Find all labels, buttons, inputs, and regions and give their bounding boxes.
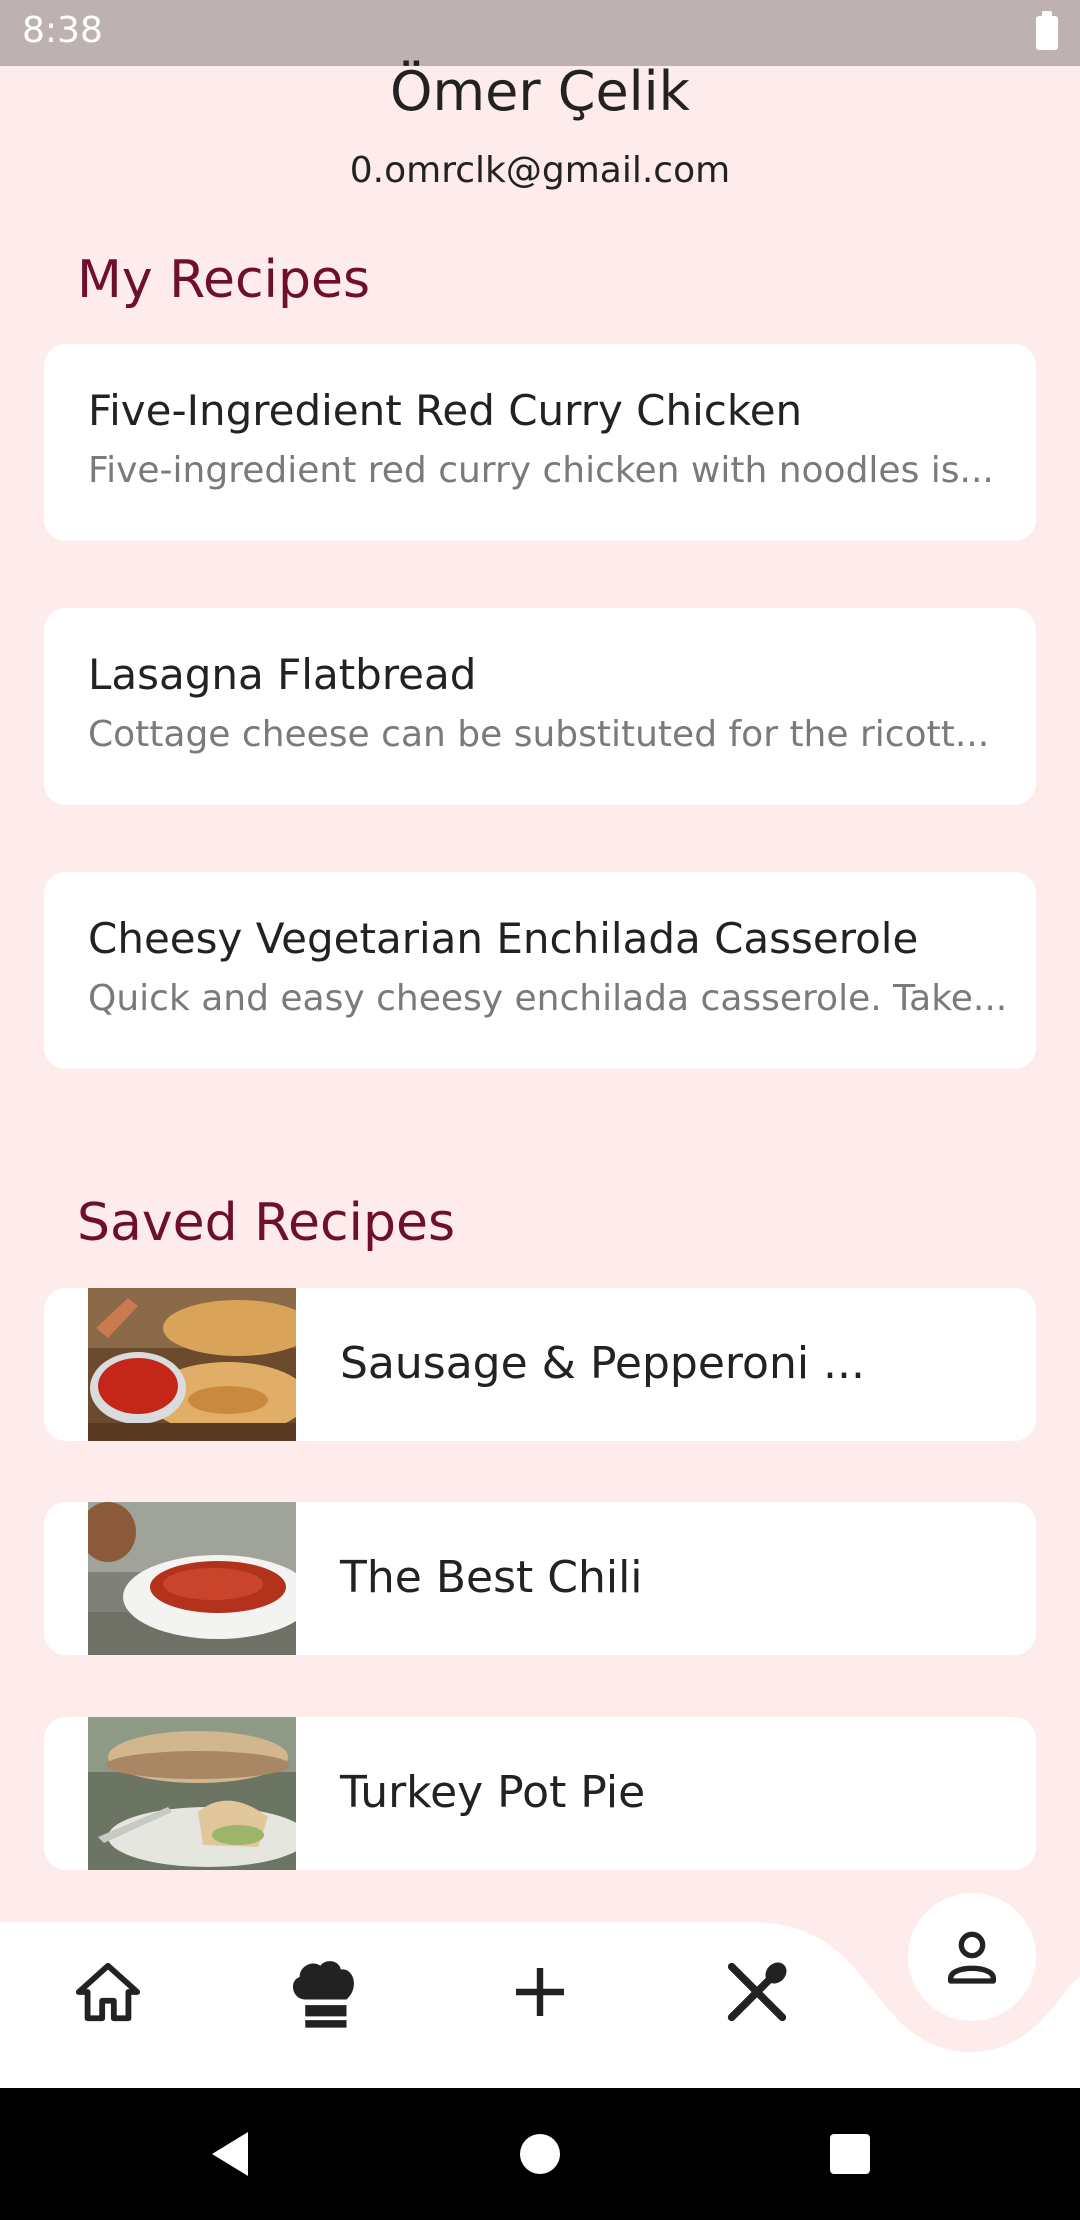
recipe-title: Cheesy Vegetarian Enchilada Casserole xyxy=(88,914,919,963)
chili-bowl-photo xyxy=(88,1502,296,1655)
saved-recipe-title: The Best Chili xyxy=(340,1552,643,1603)
recents-icon[interactable] xyxy=(820,2124,880,2184)
recipe-title: Lasagna Flatbread xyxy=(88,650,477,699)
battery-icon xyxy=(1036,11,1058,50)
status-time: 8:38 xyxy=(22,10,103,51)
back-icon[interactable] xyxy=(200,2124,260,2184)
saved-recipe-card[interactable]: The Best Chili xyxy=(44,1502,1036,1655)
profile-icon[interactable] xyxy=(908,1893,1036,2021)
system-navigation-bar xyxy=(0,2088,1080,2220)
saved-recipe-card[interactable]: Sausage & Pepperoni ... xyxy=(44,1288,1036,1441)
my-recipe-card[interactable]: Cheesy Vegetarian Enchilada Casserole Qu… xyxy=(44,872,1036,1069)
stromboli-photo xyxy=(88,1288,296,1441)
saved-recipe-title: Sausage & Pepperoni ... xyxy=(340,1338,866,1389)
profile-email: 0.omrclk@gmail.com xyxy=(349,150,731,191)
recipe-description: Quick and easy cheesy enchilada casserol… xyxy=(88,978,1008,1019)
status-bar: 8:38 xyxy=(0,0,1080,66)
home-icon[interactable] xyxy=(38,1922,178,2062)
saved-recipe-card[interactable]: Turkey Pot Pie xyxy=(44,1717,1036,1870)
recipe-description: Five-ingredient red curry chicken with n… xyxy=(88,450,994,491)
home-button-icon[interactable] xyxy=(510,2124,570,2184)
chef-hat-icon[interactable] xyxy=(254,1922,394,2062)
profile-name: Ömer Çelik xyxy=(390,60,690,123)
plus-icon[interactable] xyxy=(470,1922,610,2062)
pot-pie-photo xyxy=(88,1717,296,1870)
saved-recipe-title: Turkey Pot Pie xyxy=(340,1767,646,1818)
utensils-icon[interactable] xyxy=(687,1922,827,2062)
recipe-description: Cottage cheese can be substituted for th… xyxy=(88,714,990,755)
saved-recipes-heading: Saved Recipes xyxy=(77,1193,456,1253)
recipe-title: Five-Ingredient Red Curry Chicken xyxy=(88,386,803,435)
my-recipe-card[interactable]: Five-Ingredient Red Curry Chicken Five-i… xyxy=(44,344,1036,541)
my-recipe-card[interactable]: Lasagna Flatbread Cottage cheese can be … xyxy=(44,608,1036,805)
my-recipes-heading: My Recipes xyxy=(77,250,371,310)
